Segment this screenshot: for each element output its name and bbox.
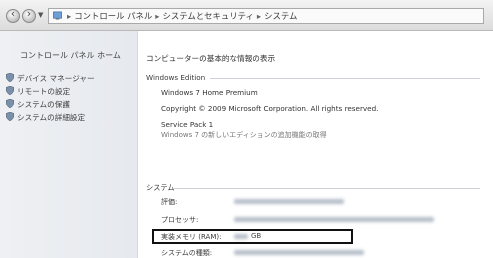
shield-icon — [6, 99, 14, 108]
sidebar-item-label: システムの保護 — [17, 100, 70, 109]
breadcrumb-control-panel[interactable]: コントロール パネル — [74, 11, 152, 21]
sidebar-item-label: デバイス マネージャー — [17, 74, 95, 83]
sidebar-item-advanced-settings[interactable]: システムの詳細設定 — [6, 112, 85, 123]
history-dropdown-icon[interactable]: ▼ — [38, 11, 43, 19]
sidebar-item-label: システムの詳細設定 — [17, 113, 86, 122]
back-button[interactable]: ‹ — [6, 7, 20, 23]
breadcrumb-separator: ▸ — [67, 11, 72, 21]
sidebar-item-label: リモートの設定 — [17, 87, 71, 96]
shield-icon — [6, 73, 14, 82]
breadcrumb-separator: ▸ — [256, 11, 262, 21]
ram-highlight-box — [152, 229, 353, 244]
system-type-label: システムの種類: — [161, 249, 213, 257]
breadcrumb[interactable]: ▸ コントロール パネル ▸ システムとセキュリティ ▸ システム — [48, 8, 484, 24]
service-pack-text: Service Pack 1 — [161, 120, 214, 129]
breadcrumb-system-security[interactable]: システムとセキュリティ — [162, 11, 253, 21]
sidebar-item-device-manager[interactable]: デバイス マネージャー — [6, 73, 95, 84]
address-bar: ‹ › ▼ ▸ コントロール パネル ▸ システムとセキュリティ ▸ システム — [0, 0, 493, 31]
shield-icon — [6, 112, 14, 121]
processor-value-redacted — [234, 217, 434, 222]
main-panel: コンピューターの基本的な情報の表示 Windows Edition Window… — [138, 31, 493, 258]
sidebar-home-link[interactable]: コントロール パネル ホーム — [20, 50, 121, 61]
windows-edition-name: Windows 7 Home Premium — [161, 88, 258, 97]
page-title: コンピューターの基本的な情報の表示 — [146, 54, 276, 63]
shield-icon — [6, 86, 14, 95]
breadcrumb-separator: ▸ — [155, 11, 160, 21]
sidebar-item-system-protection[interactable]: システムの保護 — [6, 99, 70, 110]
rating-value-redacted[interactable] — [234, 199, 344, 204]
sidebar-item-remote-settings[interactable]: リモートの設定 — [6, 86, 70, 97]
section-divider — [174, 188, 480, 189]
copyright-text: Copyright © 2009 Microsoft Corporation. … — [161, 104, 379, 113]
upgrade-edition-link[interactable]: Windows 7 の新しいエディションの追加機能の取得 — [161, 130, 327, 140]
section-divider — [210, 78, 480, 79]
section-heading-windows-edition: Windows Edition — [146, 73, 206, 82]
forward-button[interactable]: › — [22, 7, 36, 23]
rating-label: 評価: — [161, 198, 178, 206]
control-panel-icon — [53, 11, 62, 20]
breadcrumb-system[interactable]: システム — [264, 11, 297, 21]
system-type-value-redacted — [234, 250, 364, 255]
processor-label: プロセッサ: — [161, 216, 199, 224]
sidebar: コントロール パネル ホーム デバイス マネージャー リモートの設定 システムの… — [0, 31, 138, 258]
section-heading-system: システム — [146, 183, 175, 192]
forward-arrow-icon: › — [26, 7, 32, 20]
back-arrow-icon: ‹ — [10, 7, 16, 20]
